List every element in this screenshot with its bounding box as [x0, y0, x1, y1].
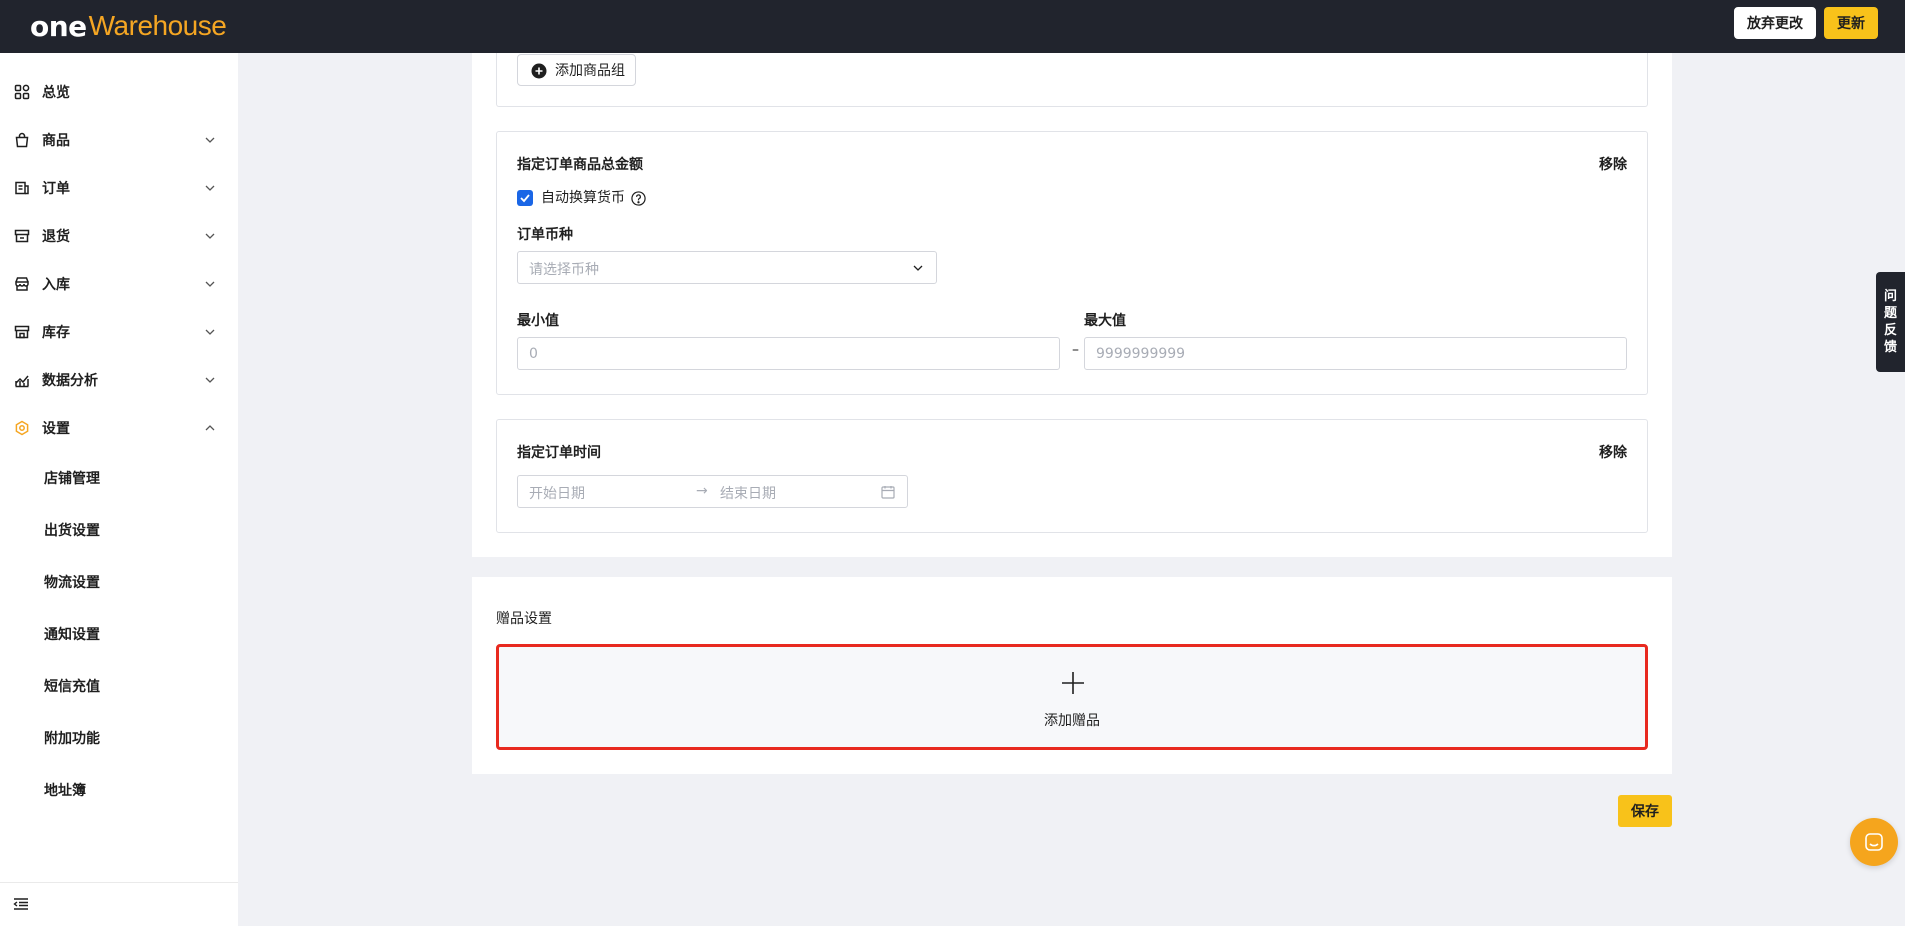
- logo-warehouse: Warehouse: [88, 10, 227, 41]
- gift-settings-title: 赠品设置: [496, 611, 552, 627]
- sidebar-subitem-shipping-settings[interactable]: 出货设置: [0, 512, 238, 548]
- arrow-right-icon: →: [696, 483, 708, 499]
- sidebar-footer: [0, 882, 238, 926]
- check-icon: [520, 194, 530, 203]
- currency-label: 订单币种: [517, 227, 573, 243]
- chevron-down-icon: [205, 281, 215, 287]
- currency-placeholder: 请选择币种: [529, 262, 599, 278]
- update-button[interactable]: 更新: [1824, 7, 1878, 39]
- sidebar-item-label: 总览: [42, 85, 70, 101]
- sidebar-item-inbound[interactable]: 入库: [0, 264, 238, 304]
- sidebar-item-inventory[interactable]: 库存: [0, 312, 238, 352]
- chevron-down-icon: [205, 329, 215, 335]
- sidebar-subitem-label: 附加功能: [44, 731, 100, 747]
- discard-changes-button[interactable]: 放弃更改: [1734, 7, 1816, 39]
- sidebar-item-analytics[interactable]: 数据分析: [0, 360, 238, 400]
- chat-launcher-button[interactable]: [1850, 818, 1898, 866]
- auto-convert-checkbox[interactable]: [517, 190, 533, 206]
- date-range-picker[interactable]: 开始日期 → 结束日期: [517, 475, 908, 508]
- sidebar-item-settings[interactable]: 设置: [0, 408, 238, 448]
- sidebar-item-label: 数据分析: [42, 373, 98, 389]
- sidebar-item-returns[interactable]: 退货: [0, 216, 238, 256]
- sidebar-item-label: 入库: [42, 277, 70, 293]
- feedback-char: 题: [1883, 306, 1897, 321]
- range-separator: –: [1072, 342, 1079, 358]
- chevron-up-icon: [205, 425, 215, 431]
- sidebar-item-overview[interactable]: 总览: [0, 72, 238, 112]
- sidebar-item-label: 退货: [42, 229, 70, 245]
- order-time-condition: 指定订单时间 移除 开始日期 → 结束日期: [496, 419, 1648, 533]
- max-value-input[interactable]: [1084, 337, 1627, 370]
- sidebar-subitem-add-ons[interactable]: 附加功能: [0, 720, 238, 756]
- sidebar-subitem-notification-settings[interactable]: 通知设置: [0, 616, 238, 652]
- currency-select[interactable]: 请选择币种: [517, 251, 937, 284]
- sidebar: 总览 商品 订单 退货 入库 库存 数据分析 设置 店铺管理 出货设置 物流设置…: [0, 53, 238, 926]
- analytics-icon: [15, 375, 29, 388]
- sidebar-item-label: 订单: [42, 181, 70, 197]
- sidebar-item-orders[interactable]: 订单: [0, 168, 238, 208]
- product-group-section: [496, 53, 1648, 107]
- remove-time-condition-button[interactable]: 移除: [1599, 442, 1627, 462]
- sidebar-subitem-label: 短信充值: [44, 679, 100, 695]
- chevron-down-icon: [205, 377, 215, 383]
- order-icon: [15, 181, 29, 195]
- order-amount-title: 指定订单商品总金额: [517, 157, 643, 173]
- chevron-down-icon: [913, 265, 923, 271]
- end-date-placeholder: 结束日期: [720, 486, 776, 502]
- top-bar: one Warehouse 放弃更改 更新: [0, 0, 1905, 53]
- chat-icon: [1865, 833, 1883, 851]
- feedback-tab[interactable]: 问 题 反 馈: [1876, 272, 1905, 372]
- plus-icon: [1062, 672, 1084, 694]
- feedback-char: 问: [1883, 289, 1897, 304]
- sidebar-item-label: 库存: [42, 325, 70, 341]
- calendar-icon: [881, 486, 895, 499]
- sidebar-item-label: 设置: [42, 421, 70, 437]
- add-product-group-label: 添加商品组: [555, 63, 625, 79]
- inbound-icon: [15, 277, 29, 291]
- min-value-label: 最小值: [517, 313, 559, 329]
- sidebar-item-products[interactable]: 商品: [0, 120, 238, 160]
- order-amount-condition: 指定订单商品总金额 移除 自动换算货币 订单币种 请选择币种 最小值 – 最大值: [496, 131, 1648, 395]
- auto-convert-label: 自动换算货币: [541, 190, 625, 206]
- dashboard-icon: [14, 84, 30, 100]
- sidebar-subitem-label: 通知设置: [44, 627, 100, 643]
- sidebar-subitem-logistics-settings[interactable]: 物流设置: [0, 564, 238, 600]
- logo-one: one: [30, 9, 87, 43]
- remove-amount-condition-button[interactable]: 移除: [1599, 154, 1627, 174]
- help-icon[interactable]: [631, 191, 646, 206]
- sidebar-subitem-sms-recharge[interactable]: 短信充值: [0, 668, 238, 704]
- feedback-char: 馈: [1883, 340, 1897, 355]
- sidebar-subitem-label: 物流设置: [44, 575, 100, 591]
- app-logo[interactable]: one Warehouse: [30, 8, 227, 44]
- return-icon: [14, 229, 30, 243]
- sidebar-subitem-address-book[interactable]: 地址簿: [0, 772, 238, 808]
- min-value-input[interactable]: [517, 337, 1060, 370]
- chevron-down-icon: [205, 233, 215, 239]
- add-gift-label: 添加赠品: [1044, 713, 1100, 729]
- collapse-menu-icon[interactable]: [13, 896, 29, 912]
- chevron-down-icon: [205, 137, 215, 143]
- sidebar-subitem-label: 地址簿: [44, 783, 86, 799]
- sidebar-subitem-store-management[interactable]: 店铺管理: [0, 460, 238, 496]
- add-product-group-button[interactable]: 添加商品组: [517, 54, 636, 86]
- max-value-label: 最大值: [1084, 313, 1126, 329]
- settings-icon: [15, 420, 29, 436]
- save-button[interactable]: 保存: [1618, 795, 1672, 827]
- sidebar-subitem-label: 店铺管理: [44, 471, 100, 487]
- add-gift-button[interactable]: 添加赠品: [496, 644, 1648, 750]
- shopping-bag-icon: [15, 132, 29, 148]
- chevron-down-icon: [205, 185, 215, 191]
- sidebar-subitem-label: 出货设置: [44, 523, 100, 539]
- sidebar-item-label: 商品: [42, 133, 70, 149]
- feedback-char: 反: [1883, 323, 1897, 338]
- inventory-icon: [14, 325, 30, 339]
- start-date-placeholder: 开始日期: [529, 486, 585, 502]
- order-time-title: 指定订单时间: [517, 445, 601, 461]
- plus-circle-icon: [531, 63, 547, 79]
